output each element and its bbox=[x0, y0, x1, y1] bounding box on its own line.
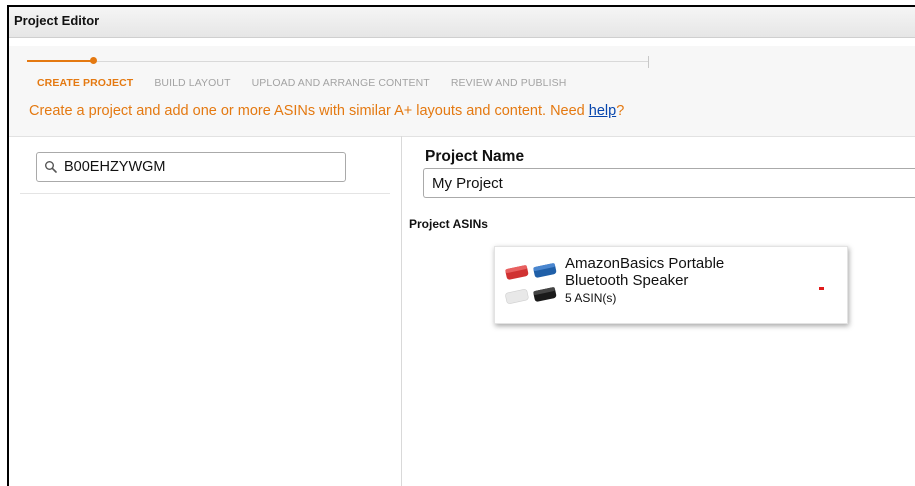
help-link[interactable]: help bbox=[589, 103, 616, 119]
remove-asin-icon[interactable] bbox=[819, 287, 824, 290]
step-review-and-publish[interactable]: REVIEW AND PUBLISH bbox=[451, 77, 567, 89]
asin-card-count: 5 ASIN(s) bbox=[565, 291, 617, 305]
step-create-project[interactable]: CREATE PROJECT bbox=[37, 77, 133, 89]
instructions-suffix: ? bbox=[616, 103, 625, 119]
editor-content: CREATE PROJECT BUILD LAYOUT UPLOAD AND ARR… bbox=[9, 46, 915, 486]
project-name-field[interactable] bbox=[423, 168, 915, 198]
asin-search-box[interactable] bbox=[36, 152, 346, 182]
instructions-body: Create a project and add one or more ASI… bbox=[29, 103, 589, 119]
project-asins-label: Project ASINs bbox=[409, 217, 488, 231]
project-name-label: Project Name bbox=[425, 148, 525, 165]
search-icon bbox=[45, 161, 57, 173]
asin-card-title: AmazonBasics Portable Bluetooth Speaker bbox=[565, 255, 725, 289]
wizard-progress-fill bbox=[27, 60, 93, 62]
asin-search-panel bbox=[9, 136, 401, 486]
asin-search-input[interactable] bbox=[64, 156, 334, 178]
wizard-current-step-dot bbox=[90, 57, 97, 64]
wizard-steps: CREATE PROJECT BUILD LAYOUT UPLOAD AND ARR… bbox=[37, 73, 587, 91]
speaker-product-icon bbox=[505, 263, 557, 304]
window-title: Project Editor bbox=[14, 13, 100, 28]
search-divider bbox=[20, 193, 390, 194]
step-upload-and-arrange-content[interactable]: UPLOAD AND ARRANGE CONTENT bbox=[252, 77, 430, 89]
project-editor-window: Project Editor CREATE PROJECT BUILD LAYOU… bbox=[7, 5, 915, 486]
wizard-progress: CREATE PROJECT BUILD LAYOUT UPLOAD AND ARR… bbox=[27, 54, 651, 89]
instructions-text: Create a project and add one or more ASI… bbox=[29, 103, 624, 119]
wizard-track bbox=[27, 61, 649, 62]
wizard-track-end bbox=[648, 56, 649, 68]
project-details-panel: Project Name Project ASINs bbox=[402, 136, 915, 486]
step-build-layout[interactable]: BUILD LAYOUT bbox=[154, 77, 230, 89]
title-bar: Project Editor bbox=[9, 7, 915, 38]
project-name-input[interactable] bbox=[432, 173, 912, 193]
asin-card[interactable]: AmazonBasics Portable Bluetooth Speaker … bbox=[494, 246, 848, 324]
